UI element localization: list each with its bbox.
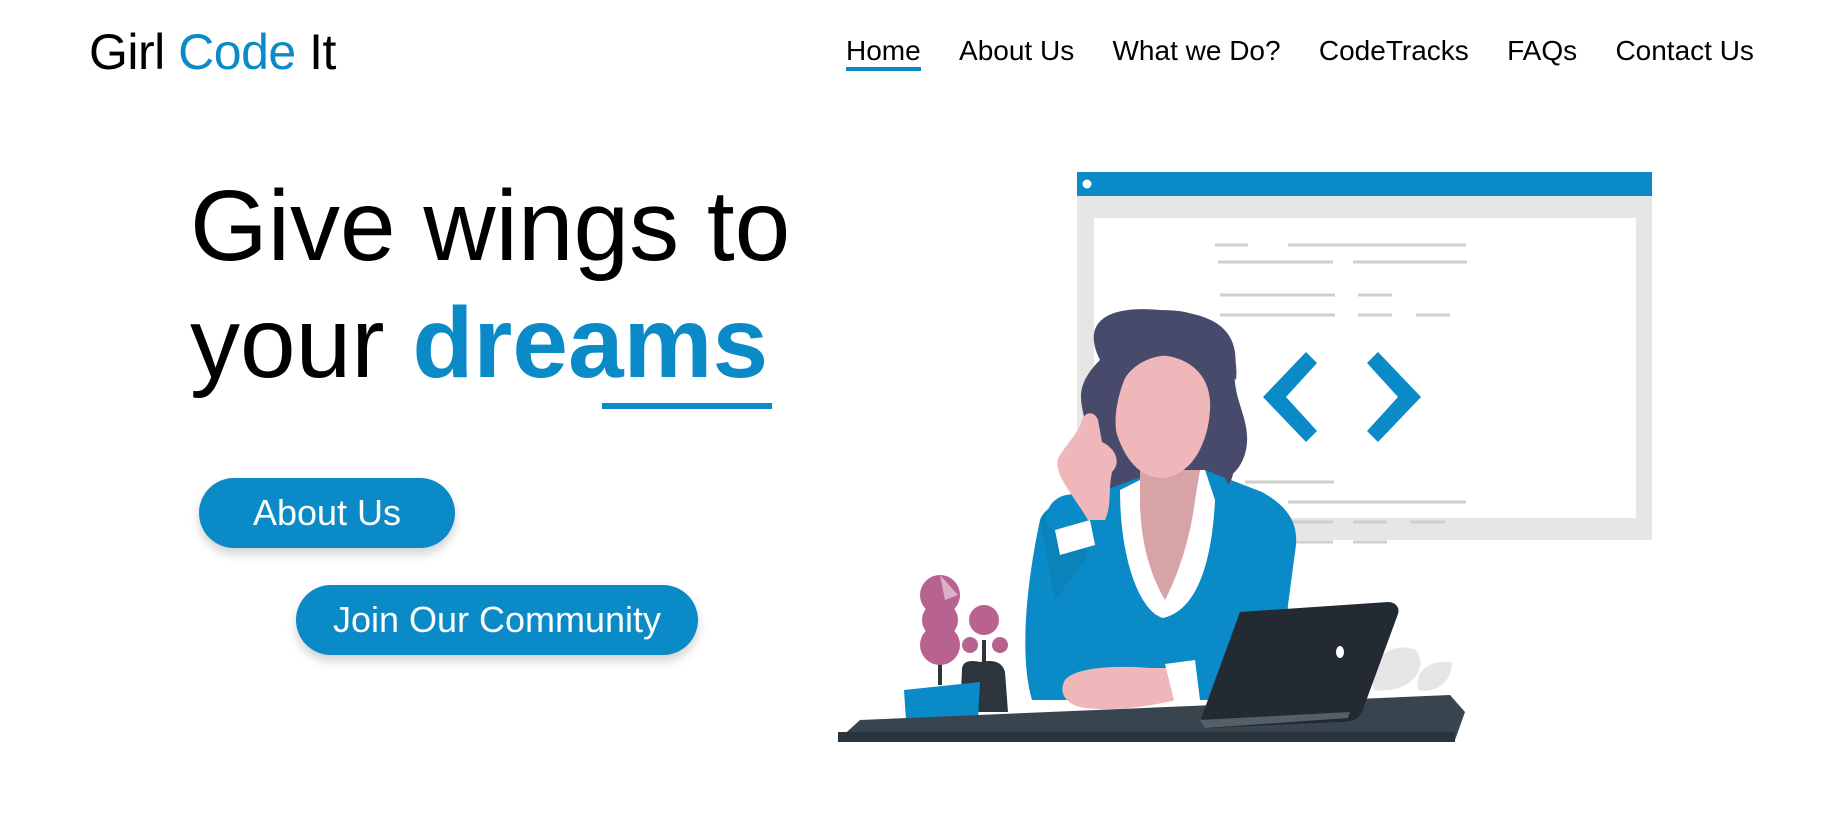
nav-faqs[interactable]: FAQs (1507, 34, 1577, 68)
hero-headline: Give wings to your dreams (190, 168, 790, 402)
hero-highlight-dreams: dreams (412, 287, 769, 399)
hero-illustration (838, 172, 1652, 742)
nav-about-us[interactable]: About Us (959, 34, 1074, 68)
hero-line-1: Give wings to (190, 170, 791, 282)
join-community-button[interactable]: Join Our Community (296, 585, 698, 655)
nav-what-we-do[interactable]: What we Do? (1113, 34, 1281, 68)
nav-contact-us[interactable]: Contact Us (1615, 34, 1754, 68)
logo-text-girl: Girl (89, 24, 179, 80)
site-logo[interactable]: Girl Code It (89, 22, 336, 82)
logo-text-code: Code (178, 24, 296, 80)
hero-line-2-prefix: your (190, 287, 413, 399)
potted-plant-graphic (904, 575, 1008, 720)
logo-text-it: It (295, 24, 336, 80)
about-us-button[interactable]: About Us (199, 478, 455, 548)
main-nav: Home About Us What we Do? CodeTracks FAQ… (846, 34, 1754, 71)
nav-home[interactable]: Home (846, 34, 921, 71)
background-leaves-graphic (1372, 647, 1452, 691)
hero-line-2: your dreams (190, 285, 790, 402)
nav-codetracks[interactable]: CodeTracks (1319, 34, 1469, 68)
